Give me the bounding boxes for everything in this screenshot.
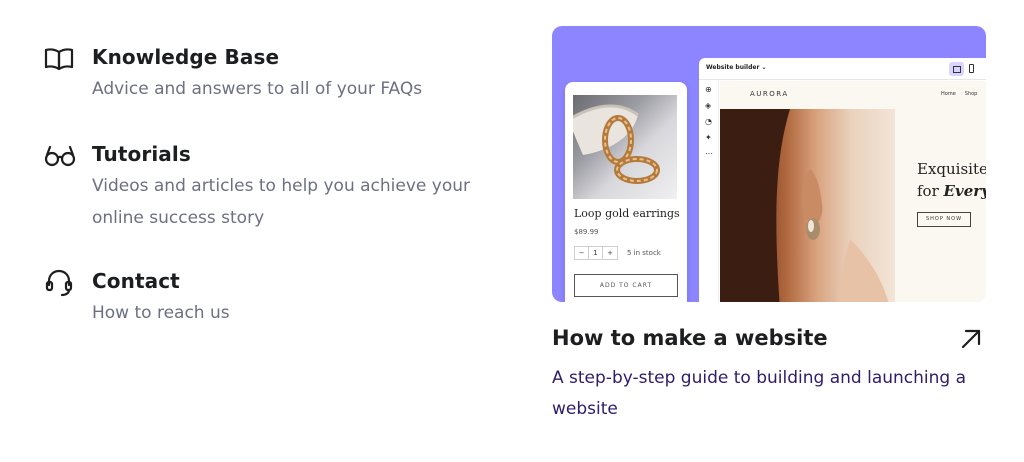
earrings-photo [573,95,677,199]
layers-icon: ◈ [705,101,712,110]
stock-status: 5 in stock [627,249,661,257]
book-icon [44,44,76,74]
sparkle-icon: ✦ [705,133,712,142]
resource-title: Tutorials [92,142,191,166]
product-name: Loop gold earrings [574,207,680,220]
resource-description: Advice and answers to all of your FAQs [92,79,423,99]
site-headline: Exquisite for Every [917,160,986,200]
nav-home: Home [941,91,956,97]
builder-label: Website builder ⌄ [706,64,767,71]
site-brand: AURORA [750,90,789,98]
glasses-icon [44,141,76,171]
resource-description: How to reach us [92,303,230,323]
quantity-stepper: − 1 + [574,246,618,260]
qty-plus: + [607,249,613,257]
headset-icon [44,268,76,298]
website-builder-preview-image: Website builder ⌄ ⊕ ◈ ◔ ✦ ⋯ AURORA Home S… [552,26,986,302]
site-preview: AURORA Home Shop Exquisite for Every SHO… [720,81,986,302]
builder-window: Website builder ⌄ ⊕ ◈ ◔ ✦ ⋯ AURORA Home S… [699,58,986,302]
how-to-make-website-card[interactable]: Website builder ⌄ ⊕ ◈ ◔ ✦ ⋯ AURORA Home S… [552,26,988,419]
nav-shop: Shop [964,91,978,97]
more-icon: ⋯ [705,149,713,158]
qty-value: 1 [589,247,603,259]
product-card: Loop gold earrings $89.99 − 1 + 5 in sto… [565,82,687,302]
resource-description: Videos and articles to help you achieve … [92,176,470,228]
resource-knowledge-base[interactable]: Knowledge Base Advice and answers to all… [44,43,492,105]
card-description: A step-by-step guide to building and lau… [552,368,967,419]
site-nav: Home Shop [941,91,986,97]
product-price: $89.99 [574,228,599,236]
model-photo [720,109,895,302]
builder-toolbar: Website builder ⌄ [699,58,986,80]
resource-title: Knowledge Base [92,45,280,69]
shop-now-button: SHOP NOW [917,212,971,227]
desktop-view-icon [949,62,964,76]
arrow-up-right-icon[interactable] [958,326,984,352]
add-to-cart-button: ADD TO CART [574,274,678,297]
add-icon: ⊕ [705,85,712,94]
qty-minus: − [575,247,589,259]
resource-tutorials[interactable]: Tutorials Videos and articles to help yo… [44,140,492,234]
resource-contact[interactable]: Contact How to reach us [44,267,492,329]
card-title: How to make a website [552,326,828,350]
resource-title: Contact [92,269,180,293]
mobile-view-icon [969,64,974,73]
chevron-down-icon: ⌄ [761,64,767,71]
builder-tools: ⊕ ◈ ◔ ✦ ⋯ [699,80,719,302]
paint-icon: ◔ [705,117,712,126]
